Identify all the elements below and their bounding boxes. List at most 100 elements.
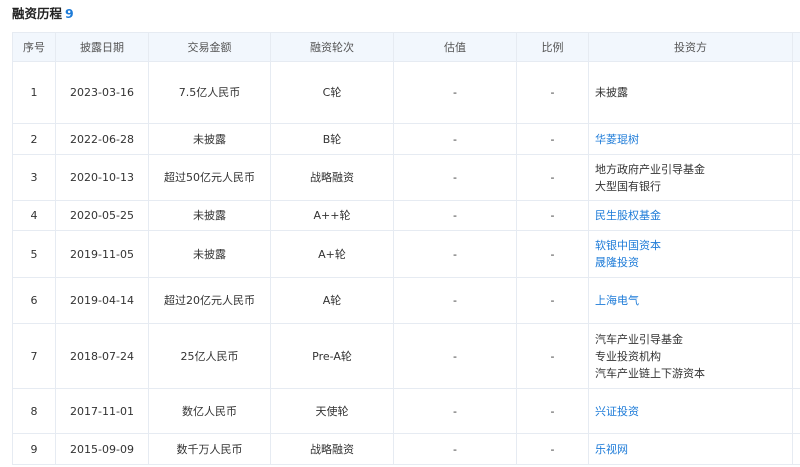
- disclosure-date: 2017-11-01: [55, 388, 149, 434]
- extra-cell: [792, 277, 800, 324]
- ratio: -: [516, 154, 589, 201]
- valuation: -: [393, 433, 517, 465]
- ratio: -: [516, 200, 589, 231]
- disclosure-date: 2020-10-13: [55, 154, 149, 201]
- financing-round: B轮: [270, 123, 394, 155]
- col-header-investors: 投资方: [588, 32, 793, 62]
- extra-cell: [792, 123, 800, 155]
- valuation: -: [393, 61, 517, 124]
- ratio: -: [516, 277, 589, 324]
- table-row: 7 2018-07-24 25亿人民币 Pre-A轮 - - 汽车产业引导基金 专业投资机构汽…: [12, 323, 800, 389]
- row-number: 5: [12, 230, 56, 278]
- investors-cell: 软银中国资本 晟隆投资: [588, 230, 793, 278]
- transaction-amount: 超过20亿元人民币: [148, 277, 271, 324]
- extra-cell: [792, 61, 800, 124]
- disclosure-date: 2022-06-28: [55, 123, 149, 155]
- investors-cell: 华菱琨树: [588, 123, 793, 155]
- investor-link[interactable]: 民生股权基金: [595, 207, 786, 224]
- table-row: 2 2022-06-28 未披露 B轮 - - 华菱琨树: [12, 123, 800, 155]
- section-title: 融资历程 9: [12, 3, 74, 22]
- valuation: -: [393, 200, 517, 231]
- ratio: -: [516, 61, 589, 124]
- section-title-text: 融资历程: [12, 6, 63, 21]
- investor-name: 大型国有银行: [595, 179, 661, 193]
- transaction-amount: 未披露: [148, 123, 271, 155]
- disclosure-date: 2019-11-05: [55, 230, 149, 278]
- transaction-amount: 超过50亿元人民币: [148, 154, 271, 201]
- valuation: -: [393, 323, 517, 389]
- financing-round: Pre-A轮: [270, 323, 394, 389]
- table-row: 4 2020-05-25 未披露 A++轮 - - 民生股权基金: [12, 200, 800, 231]
- financing-round: 战略融资: [270, 433, 394, 465]
- transaction-amount: 未披露: [148, 200, 271, 231]
- transaction-amount: 数亿人民币: [148, 388, 271, 434]
- extra-cell: [792, 433, 800, 465]
- extra-cell: [792, 388, 800, 434]
- row-number: 7: [12, 323, 56, 389]
- investor-link[interactable]: 华菱琨树: [595, 131, 786, 148]
- financing-round: 战略融资: [270, 154, 394, 201]
- valuation: -: [393, 123, 517, 155]
- valuation: -: [393, 388, 517, 434]
- col-header-valuation: 估值: [393, 32, 517, 62]
- row-number: 9: [12, 433, 56, 465]
- investors-cell: 上海电气: [588, 277, 793, 324]
- financing-round: A+轮: [270, 230, 394, 278]
- investor-name: 汽车产业引导基金: [595, 332, 683, 346]
- investors-cell: 地方政府产业引导基金 大型国有银行: [588, 154, 793, 201]
- investor-name: 专业投资机构: [595, 349, 661, 363]
- col-header-round: 融资轮次: [270, 32, 394, 62]
- financing-round: 天使轮: [270, 388, 394, 434]
- investor-link[interactable]: 晟隆投资: [595, 254, 786, 271]
- col-header-date: 披露日期: [55, 32, 149, 62]
- transaction-amount: 数千万人民币: [148, 433, 271, 465]
- investor-link[interactable]: 软银中国资本: [595, 237, 786, 254]
- financing-history-table: 序号 披露日期 交易金额 融资轮次 估值 比例 投资方 1 2023-03-16 7…: [12, 32, 800, 465]
- valuation: -: [393, 154, 517, 201]
- table-row: 3 2020-10-13 超过50亿元人民币 战略融资 - - 地方政府产业引导基金 大型国有…: [12, 154, 800, 201]
- table-row: 9 2015-09-09 数千万人民币 战略融资 - - 乐视网: [12, 433, 800, 465]
- row-number: 3: [12, 154, 56, 201]
- table-row: 8 2017-11-01 数亿人民币 天使轮 - - 兴证投资: [12, 388, 800, 434]
- valuation: -: [393, 277, 517, 324]
- investor-name: 汽车产业链上下游资本: [595, 366, 705, 380]
- ratio: -: [516, 230, 589, 278]
- row-number: 4: [12, 200, 56, 231]
- table-row: 5 2019-11-05 未披露 A+轮 - - 软银中国资本 晟隆投资: [12, 230, 800, 278]
- financing-round: A轮: [270, 277, 394, 324]
- financing-round: A++轮: [270, 200, 394, 231]
- row-number: 2: [12, 123, 56, 155]
- disclosure-date: 2020-05-25: [55, 200, 149, 231]
- valuation: -: [393, 230, 517, 278]
- transaction-amount: 25亿人民币: [148, 323, 271, 389]
- investor-link[interactable]: 乐视网: [595, 441, 786, 458]
- col-header-ratio: 比例: [516, 32, 589, 62]
- investor-name: 未披露: [595, 86, 628, 99]
- table-row: 6 2019-04-14 超过20亿元人民币 A轮 - - 上海电气: [12, 277, 800, 324]
- investor-name: 地方政府产业引导基金: [595, 162, 705, 176]
- ratio: -: [516, 388, 589, 434]
- investor-link[interactable]: 上海电气: [595, 292, 786, 309]
- disclosure-date: 2015-09-09: [55, 433, 149, 465]
- disclosure-date: 2023-03-16: [55, 61, 149, 124]
- disclosure-date: 2019-04-14: [55, 277, 149, 324]
- investors-cell: 兴证投资: [588, 388, 793, 434]
- col-header-no: 序号: [12, 32, 56, 62]
- extra-cell: [792, 323, 800, 389]
- ratio: -: [516, 123, 589, 155]
- investors-cell: 乐视网: [588, 433, 793, 465]
- investor-link[interactable]: 兴证投资: [595, 403, 786, 420]
- ratio: -: [516, 323, 589, 389]
- investors-cell: 汽车产业引导基金 专业投资机构汽车产业链上下游资本: [588, 323, 793, 389]
- extra-cell: [792, 154, 800, 201]
- table-header-row: 序号 披露日期 交易金额 融资轮次 估值 比例 投资方: [12, 32, 800, 62]
- col-header-amount: 交易金额: [148, 32, 271, 62]
- transaction-amount: 未披露: [148, 230, 271, 278]
- extra-cell: [792, 230, 800, 278]
- record-count: 9: [65, 6, 74, 21]
- investors-cell: 民生股权基金: [588, 200, 793, 231]
- disclosure-date: 2018-07-24: [55, 323, 149, 389]
- investors-cell: 未披露: [588, 61, 793, 124]
- table-row: 1 2023-03-16 7.5亿人民币 C轮 - - 未披露: [12, 61, 800, 124]
- row-number: 8: [12, 388, 56, 434]
